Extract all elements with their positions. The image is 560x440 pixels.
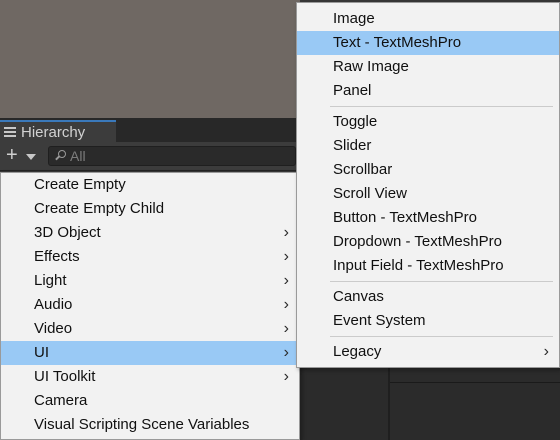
- create-context-menu: Create Empty Create Empty Child 3D Objec…: [0, 172, 300, 440]
- submenu-item-dropdown-textmeshpro[interactable]: Dropdown - TextMeshPro: [297, 230, 559, 254]
- submenu-item-label: Canvas: [333, 288, 384, 305]
- ui-submenu: Image Text - TextMeshPro Raw Image Panel…: [296, 2, 560, 368]
- menu-item-camera[interactable]: Camera: [1, 389, 299, 413]
- chevron-right-icon: ›: [283, 320, 289, 337]
- tab-hierarchy-label: Hierarchy: [21, 123, 86, 141]
- submenu-item-image[interactable]: Image: [297, 7, 559, 31]
- menu-item-visual-scripting-scene-variables[interactable]: Visual Scripting Scene Variables: [1, 413, 299, 437]
- submenu-item-label: Text - TextMeshPro: [333, 34, 462, 51]
- menu-item-ui-toolkit[interactable]: UI Toolkit ›: [1, 365, 299, 389]
- submenu-item-slider[interactable]: Slider: [297, 134, 559, 158]
- panel-splitter[interactable]: [388, 360, 390, 440]
- hierarchy-list-icon: [4, 127, 16, 137]
- submenu-item-label: Slider: [333, 137, 372, 154]
- menu-item-label: Audio: [34, 296, 73, 313]
- submenu-item-event-system[interactable]: Event System: [297, 309, 559, 333]
- chevron-right-icon: ›: [283, 296, 289, 313]
- chevron-right-icon: ›: [283, 368, 289, 385]
- scene-view[interactable]: [0, 0, 300, 118]
- submenu-item-label: Toggle: [333, 113, 378, 130]
- submenu-item-scrollbar[interactable]: Scrollbar: [297, 158, 559, 182]
- menu-item-label: Camera: [34, 392, 88, 409]
- search-input[interactable]: [70, 148, 270, 164]
- dropdown-caret-icon: [26, 154, 36, 160]
- menu-item-video[interactable]: Video ›: [1, 317, 299, 341]
- chevron-right-icon: ›: [283, 248, 289, 265]
- inspector-panel-background: [300, 360, 560, 440]
- tab-hierarchy[interactable]: Hierarchy: [0, 120, 116, 142]
- submenu-item-scroll-view[interactable]: Scroll View: [297, 182, 559, 206]
- menu-item-label: Visual Scripting Scene Variables: [34, 416, 250, 433]
- search-icon: [54, 150, 66, 162]
- submenu-item-label: Legacy: [333, 343, 382, 360]
- menu-item-label: Effects: [34, 248, 80, 265]
- menu-item-create-empty[interactable]: Create Empty: [1, 173, 299, 197]
- submenu-item-legacy[interactable]: Legacy ›: [297, 340, 559, 364]
- menu-item-label: Light: [34, 272, 67, 289]
- plus-icon: +: [6, 144, 18, 166]
- submenu-item-canvas[interactable]: Canvas: [297, 285, 559, 309]
- menu-item-audio[interactable]: Audio ›: [1, 293, 299, 317]
- submenu-item-label: Dropdown - TextMeshPro: [333, 233, 502, 250]
- chevron-right-icon: ›: [543, 343, 549, 360]
- submenu-item-panel[interactable]: Panel: [297, 79, 559, 103]
- chevron-right-icon: ›: [283, 224, 289, 241]
- menu-item-effects[interactable]: Effects ›: [1, 245, 299, 269]
- menu-item-create-empty-child[interactable]: Create Empty Child: [1, 197, 299, 221]
- menu-item-label: Create Empty Child: [34, 200, 165, 217]
- panel-divider: [390, 382, 560, 383]
- menu-item-ui[interactable]: UI ›: [1, 341, 299, 365]
- menu-separator: [330, 106, 553, 107]
- menu-item-label: UI: [34, 344, 49, 361]
- submenu-item-label: Raw Image: [333, 58, 409, 75]
- submenu-item-label: Image: [333, 10, 375, 27]
- submenu-item-button-textmeshpro[interactable]: Button - TextMeshPro: [297, 206, 559, 230]
- submenu-item-toggle[interactable]: Toggle: [297, 110, 559, 134]
- submenu-item-label: Scrollbar: [333, 161, 393, 178]
- chevron-right-icon: ›: [283, 344, 289, 361]
- menu-item-label: UI Toolkit: [34, 368, 96, 385]
- submenu-item-label: Button - TextMeshPro: [333, 209, 477, 226]
- add-button[interactable]: +: [2, 144, 38, 166]
- menu-separator: [330, 281, 553, 282]
- hierarchy-toolbar: +: [0, 142, 300, 171]
- submenu-item-label: Input Field - TextMeshPro: [333, 257, 504, 274]
- submenu-item-text-textmeshpro[interactable]: Text - TextMeshPro: [297, 31, 559, 55]
- menu-item-label: Video: [34, 320, 73, 337]
- menu-item-3d-object[interactable]: 3D Object ›: [1, 221, 299, 245]
- submenu-item-label: Event System: [333, 312, 426, 329]
- menu-separator: [330, 336, 553, 337]
- menu-item-label: 3D Object: [34, 224, 101, 241]
- search-field[interactable]: [48, 146, 296, 166]
- submenu-item-label: Panel: [333, 82, 372, 99]
- submenu-item-input-field-textmeshpro[interactable]: Input Field - TextMeshPro: [297, 254, 559, 278]
- chevron-right-icon: ›: [283, 272, 289, 289]
- tab-strip: Hierarchy: [0, 118, 300, 142]
- menu-item-light[interactable]: Light ›: [1, 269, 299, 293]
- submenu-item-raw-image[interactable]: Raw Image: [297, 55, 559, 79]
- menu-item-label: Create Empty: [34, 176, 126, 193]
- submenu-item-label: Scroll View: [333, 185, 407, 202]
